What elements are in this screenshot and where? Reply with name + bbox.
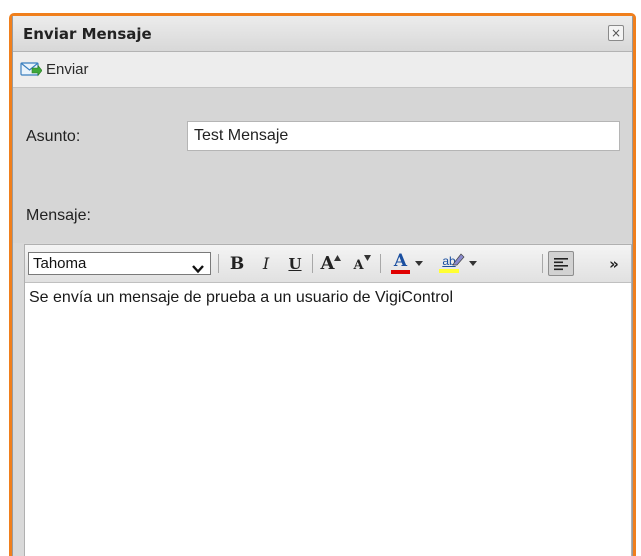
send-button[interactable]: Enviar (20, 58, 89, 80)
font-family-select[interactable]: Tahoma (28, 252, 211, 275)
bold-button[interactable]: B (226, 252, 248, 275)
send-button-label: Enviar (46, 60, 89, 78)
grow-font-button[interactable]: A (318, 252, 344, 275)
close-button[interactable]: × (608, 25, 624, 41)
arrow-down-icon (363, 254, 371, 261)
grow-font-glyph: A (320, 253, 335, 274)
chevron-down-icon (415, 261, 423, 266)
align-left-button[interactable] (548, 251, 574, 276)
toolbar-separator (312, 254, 313, 273)
font-color-icon: A (391, 253, 410, 274)
align-left-icon (554, 257, 568, 270)
font-color-button[interactable]: A (387, 252, 427, 275)
underline-button[interactable]: U (284, 252, 306, 275)
subject-input[interactable]: Test Mensaje (187, 121, 620, 151)
italic-button[interactable]: I (255, 252, 277, 275)
subject-label: Asunto: (26, 128, 81, 145)
toolbar-separator (542, 254, 543, 273)
envelope-send-icon (20, 60, 43, 78)
send-message-window: Enviar Mensaje × Enviar Asunto: Test Men… (9, 13, 636, 556)
shrink-font-glyph: A (353, 257, 364, 273)
more-tools-button[interactable]: » (603, 252, 625, 275)
highlight-pen-icon: ab (439, 253, 465, 273)
chevron-down-icon (192, 259, 204, 274)
arrow-up-icon (334, 254, 342, 261)
window-toolbar: Enviar (13, 52, 632, 88)
window-title: Enviar Mensaje (23, 25, 152, 43)
highlight-color-button[interactable]: ab (437, 252, 479, 275)
message-body[interactable]: Se envía un mensaje de prueba a un usuar… (25, 283, 631, 556)
html-editor: Tahoma B I U A A A ab » Se envía un mens… (24, 244, 632, 556)
chevron-down-icon (469, 261, 477, 266)
editor-toolbar: Tahoma B I U A A A ab » (25, 245, 631, 283)
font-family-value: Tahoma (33, 255, 87, 272)
message-label: Mensaje: (26, 207, 91, 224)
shrink-font-button[interactable]: A (350, 252, 374, 275)
message-form: Asunto: Test Mensaje Mensaje: (13, 88, 632, 243)
toolbar-separator (218, 254, 219, 273)
window-titlebar: Enviar Mensaje × (13, 16, 632, 52)
window-body: Enviar Mensaje × Enviar Asunto: Test Men… (12, 16, 633, 556)
toolbar-separator (380, 254, 381, 273)
